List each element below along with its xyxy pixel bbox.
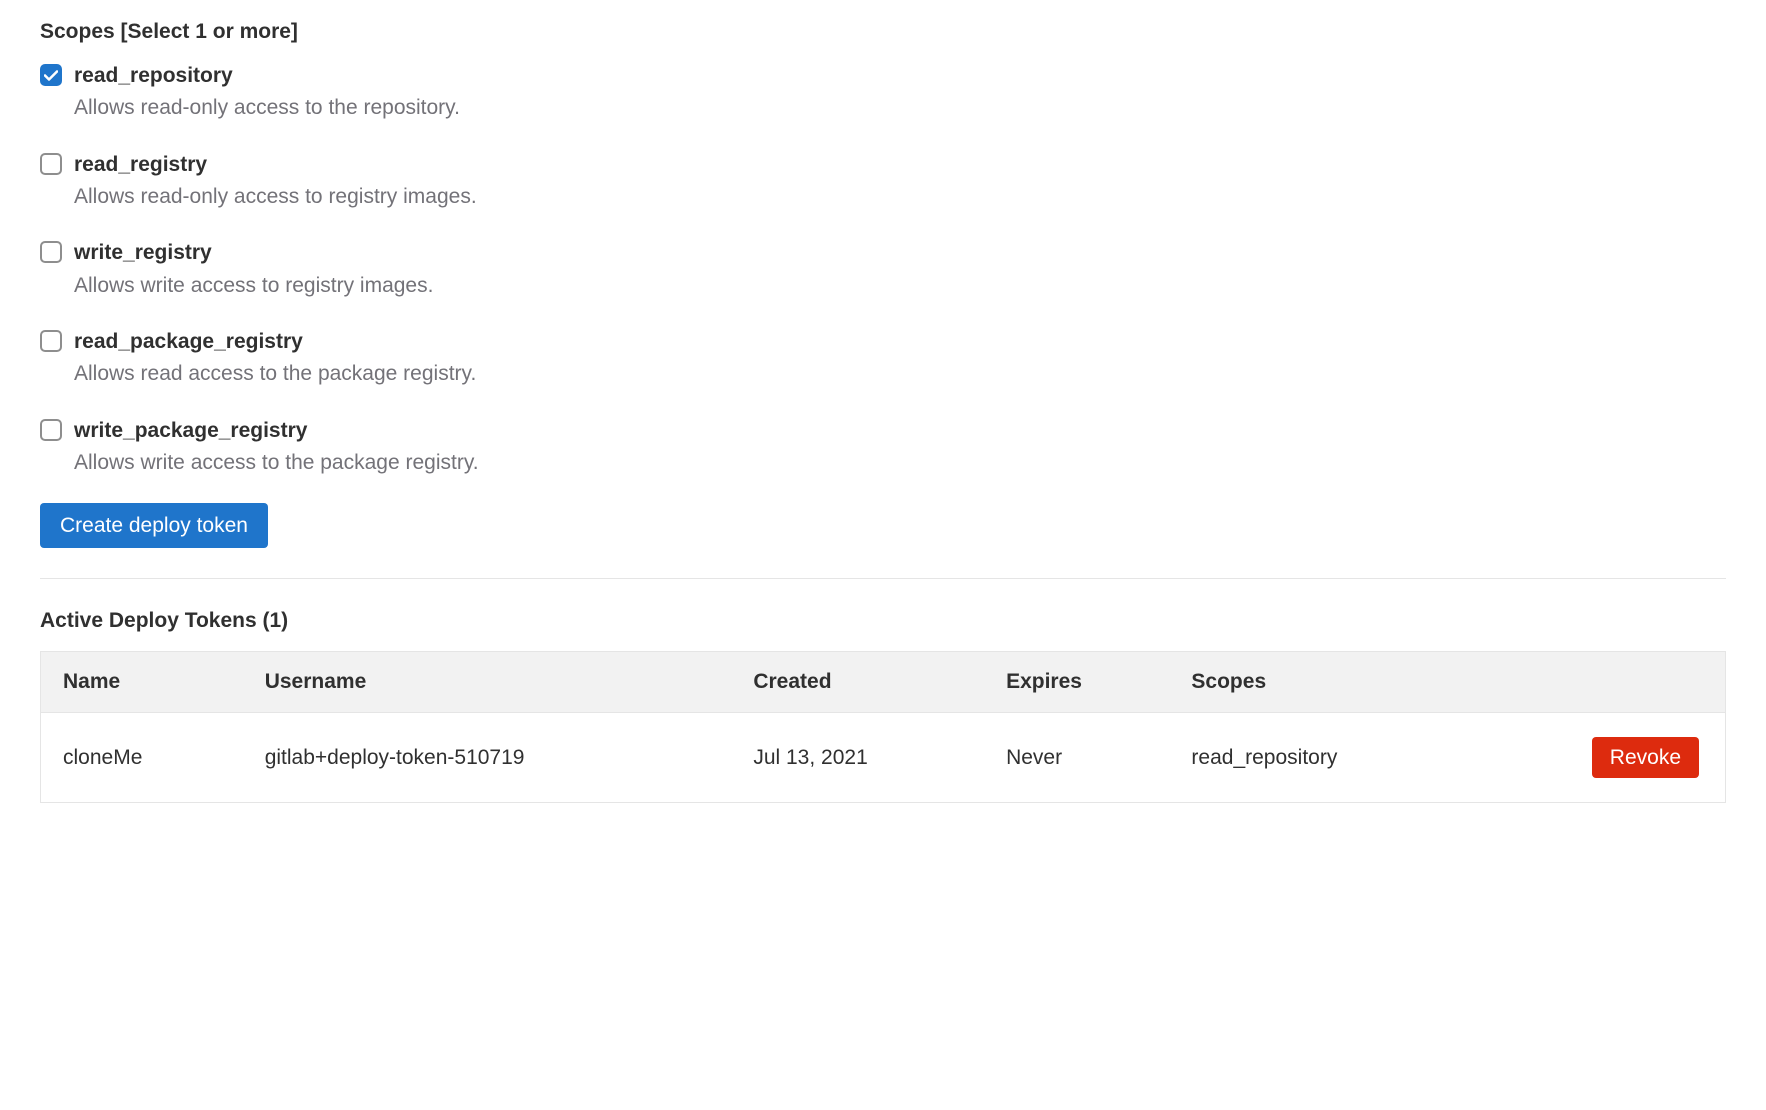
checkbox-read-registry[interactable] [40, 153, 62, 175]
header-username: Username [243, 652, 732, 713]
checkbox-read-repository[interactable] [40, 64, 62, 86]
header-created: Created [731, 652, 984, 713]
checkbox-write-registry[interactable] [40, 241, 62, 263]
scope-read-repository: read_repository Allows read-only access … [40, 62, 1726, 123]
scope-label: read_repository [74, 62, 460, 89]
scope-desc: Allows write access to registry images. [74, 271, 433, 300]
scope-desc: Allows read-only access to registry imag… [74, 182, 477, 211]
scope-write-registry: write_registry Allows write access to re… [40, 239, 1726, 300]
scopes-list: read_repository Allows read-only access … [40, 62, 1726, 477]
table-row: cloneMe gitlab+deploy-token-510719 Jul 1… [41, 713, 1726, 803]
scope-label: read_registry [74, 151, 477, 178]
scope-desc: Allows read access to the package regist… [74, 359, 476, 388]
cell-expires: Never [984, 713, 1169, 803]
scope-text: write_package_registry Allows write acce… [74, 417, 479, 478]
scope-desc: Allows read-only access to the repositor… [74, 93, 460, 122]
cell-action: Revoke [1506, 713, 1725, 803]
checkbox-write-package-registry[interactable] [40, 419, 62, 441]
scope-read-registry: read_registry Allows read-only access to… [40, 151, 1726, 212]
header-name: Name [41, 652, 243, 713]
header-scopes: Scopes [1169, 652, 1506, 713]
section-divider [40, 578, 1726, 579]
cell-created: Jul 13, 2021 [731, 713, 984, 803]
tokens-table: Name Username Created Expires Scopes clo… [40, 651, 1726, 803]
scope-write-package-registry: write_package_registry Allows write acce… [40, 417, 1726, 478]
active-tokens-title: Active Deploy Tokens (1) [40, 609, 1726, 633]
scope-text: read_repository Allows read-only access … [74, 62, 460, 123]
cell-scopes: read_repository [1169, 713, 1506, 803]
tokens-section: Active Deploy Tokens (1) Name Username C… [40, 609, 1726, 803]
cell-username: gitlab+deploy-token-510719 [243, 713, 732, 803]
scopes-title: Scopes [Select 1 or more] [40, 20, 1726, 44]
scope-read-package-registry: read_package_registry Allows read access… [40, 328, 1726, 389]
scope-label: read_package_registry [74, 328, 476, 355]
revoke-button[interactable]: Revoke [1592, 737, 1699, 778]
scope-label: write_registry [74, 239, 433, 266]
scope-desc: Allows write access to the package regis… [74, 448, 479, 477]
checkbox-read-package-registry[interactable] [40, 330, 62, 352]
scope-text: read_registry Allows read-only access to… [74, 151, 477, 212]
scopes-section: Scopes [Select 1 or more] read_repositor… [40, 20, 1726, 548]
scope-label: write_package_registry [74, 417, 479, 444]
scope-text: write_registry Allows write access to re… [74, 239, 433, 300]
header-action [1506, 652, 1725, 713]
check-icon [44, 70, 58, 81]
create-deploy-token-button[interactable]: Create deploy token [40, 503, 268, 548]
header-expires: Expires [984, 652, 1169, 713]
cell-name: cloneMe [41, 713, 243, 803]
scope-text: read_package_registry Allows read access… [74, 328, 476, 389]
table-header-row: Name Username Created Expires Scopes [41, 652, 1726, 713]
